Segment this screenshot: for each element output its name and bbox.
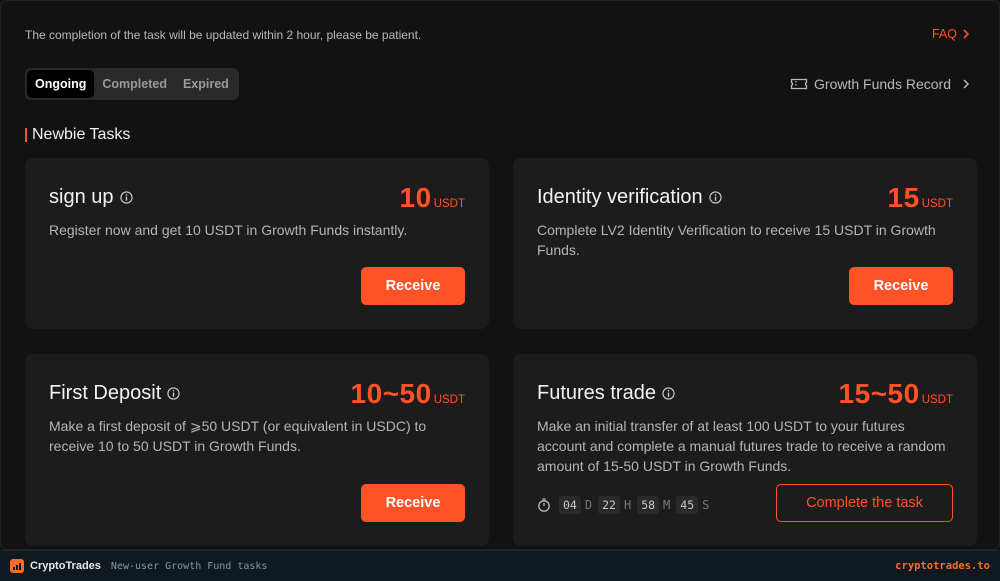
- reward-amount: 15: [887, 182, 920, 213]
- task-description: Register now and get 10 USDT in Growth F…: [49, 222, 408, 238]
- growth-funds-record-link[interactable]: Growth Funds Record: [790, 76, 971, 92]
- info-icon[interactable]: [709, 191, 722, 204]
- receive-button[interactable]: Receive: [361, 267, 465, 305]
- task-reward: 15~50 USDT: [839, 378, 953, 410]
- info-icon[interactable]: [662, 387, 675, 400]
- task-description: Make a first deposit of ⩾50 USDT (or equ…: [49, 418, 427, 454]
- reward-unit: USDT: [433, 198, 465, 210]
- tab-expired[interactable]: Expired: [175, 70, 237, 98]
- task-card-futures-trade: Futures trade 15~50 USDT Make an initial…: [513, 354, 977, 546]
- section-title-text: Newbie Tasks: [32, 126, 131, 143]
- task-title-text: Futures trade: [537, 382, 656, 404]
- info-icon[interactable]: [167, 387, 180, 400]
- chevron-right-icon: [963, 79, 970, 89]
- update-notice: The completion of the task will be updat…: [25, 28, 422, 42]
- countdown-hours: 22: [598, 496, 620, 514]
- task-title-text: Identity verification: [537, 186, 703, 208]
- reward-amount: 10: [399, 182, 432, 213]
- task-description: Complete LV2 Identity Verification to re…: [537, 222, 936, 258]
- task-title-text: First Deposit: [49, 382, 162, 404]
- countdown-seconds: 45: [676, 496, 699, 514]
- stopwatch-icon: [538, 498, 550, 512]
- reward-amount: 15~50: [838, 378, 920, 409]
- task-title: Futures trade: [537, 382, 675, 405]
- task-title-text: sign up: [49, 186, 114, 208]
- footer-bar: CryptoTrades New-user Growth Fund tasks …: [0, 550, 1000, 581]
- footer-domain[interactable]: cryptotrades.to: [895, 560, 990, 572]
- chevron-right-icon: [963, 29, 970, 39]
- footer-brand: CryptoTrades: [30, 560, 101, 572]
- task-card-first-deposit: First Deposit 10~50 USDT Make a first de…: [25, 354, 489, 546]
- task-card-sign-up: sign up 10 USDT Register now and get 10 …: [25, 158, 489, 329]
- footer-caption: New-user Growth Fund tasks: [110, 560, 268, 572]
- task-card-identity-verification: Identity verification 15 USDT Complete L…: [513, 158, 977, 329]
- countdown-hours-unit: H: [623, 498, 632, 512]
- faq-label: FAQ: [931, 27, 957, 41]
- faq-link[interactable]: FAQ: [932, 27, 971, 41]
- task-title: sign up: [49, 186, 133, 209]
- task-description: Make an initial transfer of at least 100…: [537, 418, 946, 474]
- task-center-panel: The completion of the task will be updat…: [0, 0, 1000, 550]
- task-reward: 10 USDT: [400, 182, 465, 214]
- info-icon[interactable]: [119, 191, 133, 204]
- countdown-minutes: 58: [637, 496, 660, 514]
- reward-unit: USDT: [921, 198, 953, 210]
- countdown-timer: 04 D 22 H 58 M 45 S: [537, 496, 711, 514]
- receive-button[interactable]: Receive: [849, 267, 953, 305]
- status-tabs: Ongoing Completed Expired: [25, 68, 239, 100]
- task-reward: 10~50 USDT: [351, 378, 465, 410]
- reward-amount: 10~50: [350, 378, 432, 409]
- task-title: Identity verification: [537, 186, 722, 209]
- countdown-seconds-unit: S: [702, 498, 710, 512]
- receive-button[interactable]: Receive: [361, 484, 465, 522]
- ticket-icon: [790, 78, 808, 90]
- reward-unit: USDT: [433, 394, 465, 406]
- section-title: Newbie Tasks: [25, 126, 130, 144]
- countdown-days-unit: D: [584, 498, 593, 512]
- task-reward: 15 USDT: [888, 182, 953, 214]
- complete-task-button[interactable]: Complete the task: [776, 484, 953, 522]
- countdown-minutes-unit: M: [663, 498, 671, 512]
- countdown-days: 04: [559, 496, 581, 514]
- tab-completed[interactable]: Completed: [94, 70, 175, 98]
- growth-funds-record-label: Growth Funds Record: [814, 76, 951, 92]
- tab-ongoing[interactable]: Ongoing: [27, 70, 95, 98]
- reward-unit: USDT: [921, 394, 953, 406]
- section-accent-bar: [25, 128, 27, 142]
- task-title: First Deposit: [49, 382, 180, 405]
- brand-logo-icon: [10, 559, 24, 573]
